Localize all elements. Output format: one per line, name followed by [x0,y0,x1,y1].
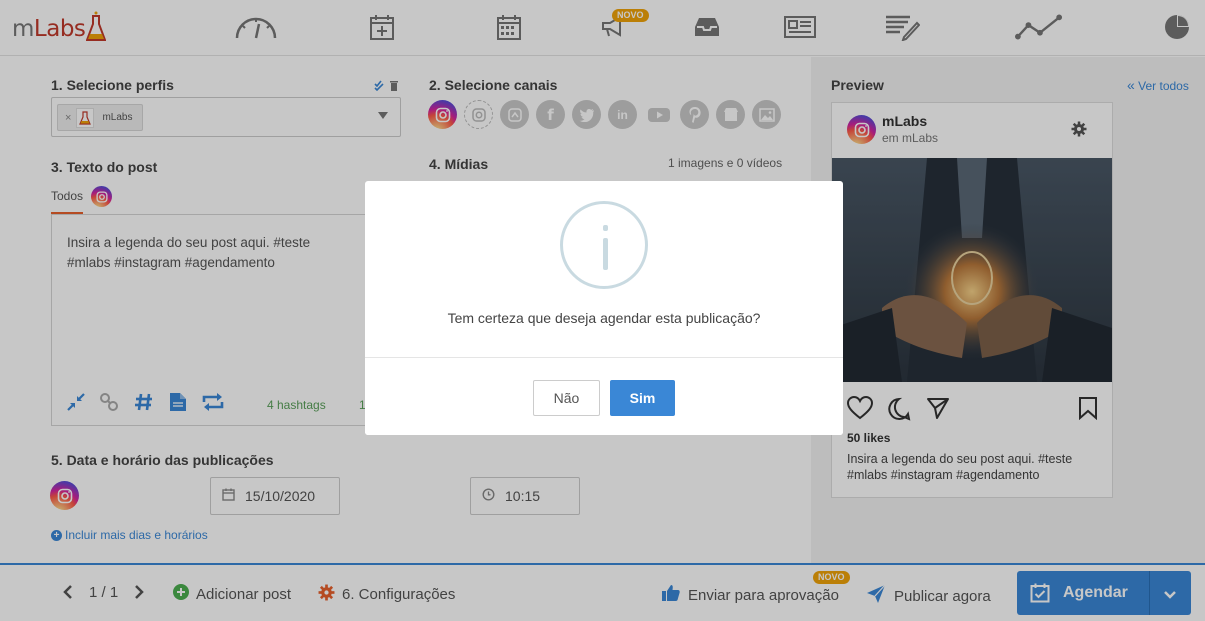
yes-button[interactable]: Sim [610,380,675,416]
confirm-dialog: Tem certeza que deseja agendar esta publ… [365,181,843,435]
confirm-message: Tem certeza que deseja agendar esta publ… [447,310,761,326]
dialog-footer: Não Sim [365,357,843,435]
no-button[interactable]: Não [533,380,600,416]
info-icon [560,201,648,289]
